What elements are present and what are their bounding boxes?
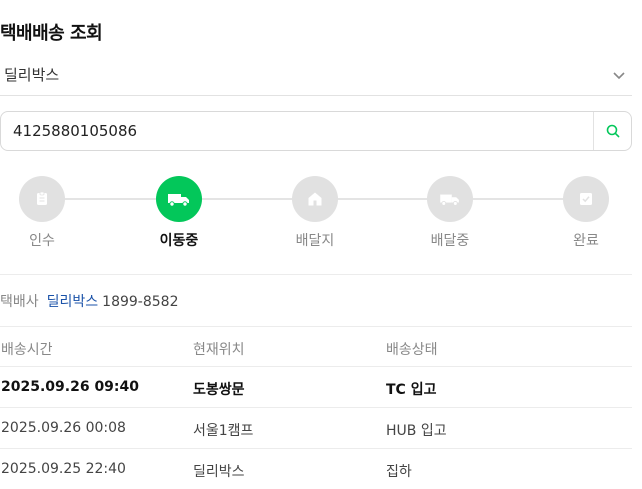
table-row: 2025.09.26 09:40 도봉쌍문 TC 입고 xyxy=(0,367,632,408)
search-button[interactable] xyxy=(593,112,631,150)
tracking-number-input[interactable] xyxy=(1,112,595,150)
carrier-name-link[interactable]: 딜리박스 xyxy=(47,294,99,310)
table-header: 배송시간 현재위치 배송상태 xyxy=(0,326,632,367)
carrier-info: 택배사 딜리박스 1899-8582 xyxy=(0,291,178,311)
header-time: 배송시간 xyxy=(1,342,53,358)
row-location: 딜리박스 xyxy=(193,464,245,480)
step-label: 완료 xyxy=(573,233,599,249)
row-time: 2025.09.26 00:08 xyxy=(1,420,126,436)
chevron-down-icon xyxy=(613,72,625,80)
step-label: 배달지 xyxy=(295,233,335,249)
step-label: 이동중 xyxy=(159,233,199,249)
carrier-phone: 1899-8582 xyxy=(102,294,179,310)
step-in-transit: 이동중 xyxy=(134,176,224,250)
carrier-info-label: 택배사 xyxy=(0,294,39,310)
step-completed: 완료 xyxy=(541,176,631,250)
check-icon xyxy=(563,176,609,222)
truck-icon xyxy=(156,176,202,222)
page-title: 택배배송 조회 xyxy=(0,23,103,44)
step-received: 인수 xyxy=(0,176,87,250)
truck-icon xyxy=(427,176,473,222)
tracking-search-box xyxy=(0,111,632,151)
table-row: 2025.09.25 22:40 딜리박스 집하 xyxy=(0,449,632,489)
header-status: 배송상태 xyxy=(386,342,438,358)
divider xyxy=(0,274,632,275)
table-row: 2025.09.26 00:08 서울1캠프 HUB 입고 xyxy=(0,408,632,449)
house-icon xyxy=(292,176,338,222)
row-location: 서울1캠프 xyxy=(193,423,254,439)
row-status: TC 입고 xyxy=(386,382,437,398)
step-label: 배달중 xyxy=(430,233,470,249)
step-label: 인수 xyxy=(29,233,55,249)
row-status: HUB 입고 xyxy=(386,423,447,439)
row-time: 2025.09.26 09:40 xyxy=(1,379,140,395)
row-location: 도봉쌍문 xyxy=(193,382,245,398)
row-status: 집하 xyxy=(386,464,412,480)
header-location: 현재위치 xyxy=(193,342,245,358)
document-icon xyxy=(19,176,65,222)
step-delivery-hub: 배달지 xyxy=(270,176,360,250)
carrier-select-value: 딜리박스 xyxy=(4,66,60,84)
search-icon xyxy=(606,124,619,138)
row-time: 2025.09.25 22:40 xyxy=(1,461,126,477)
carrier-select[interactable]: 딜리박스 xyxy=(0,55,632,96)
step-out-for-delivery: 배달중 xyxy=(405,176,495,250)
